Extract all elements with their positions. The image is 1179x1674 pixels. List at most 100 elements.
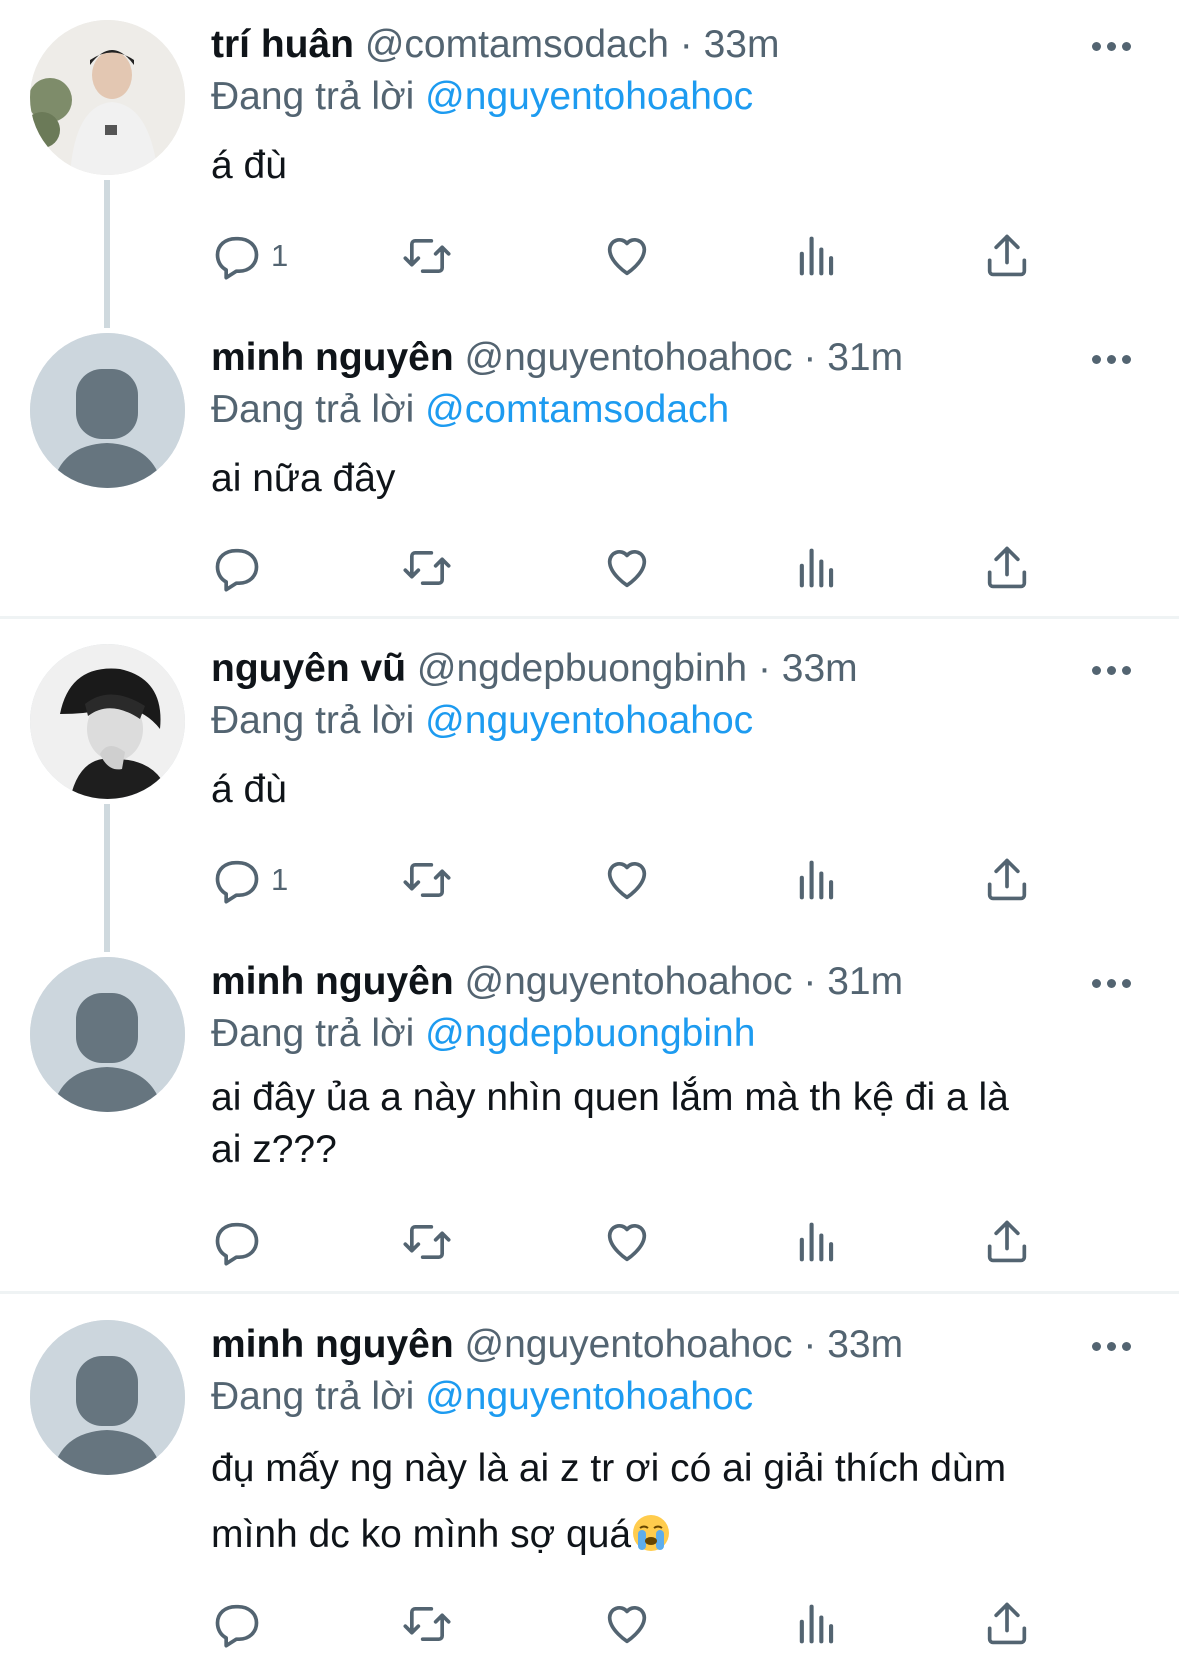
retweet-button[interactable] (401, 1212, 453, 1272)
separator-dot: · (757, 647, 782, 690)
replying-to: Đang trả lời @ngdepbuongbinh (211, 1009, 755, 1059)
tweet-text-line: đụ mấy ng này là ai z tr ơi có ai giải t… (211, 1447, 1007, 1490)
reply-prefix: Đang trả lời (211, 1375, 415, 1418)
avatar-tri-huan[interactable] (30, 20, 185, 175)
thread-separator (0, 1291, 1179, 1294)
display-name[interactable]: minh nguyên (211, 336, 454, 379)
separator-dot: · (803, 960, 828, 1003)
retweet-icon (403, 550, 451, 586)
reply-icon (215, 1604, 259, 1648)
tweet-text-line: ai z??? (211, 1128, 337, 1171)
views-button[interactable] (791, 1594, 843, 1654)
reply-count: 1 (271, 862, 289, 897)
display-name[interactable]: minh nguyên (211, 960, 454, 1003)
share-button[interactable] (981, 850, 1033, 910)
reply-icon (215, 236, 259, 280)
reply-mention[interactable]: @ngdepbuongbinh (425, 1012, 755, 1055)
views-button[interactable] (791, 538, 843, 598)
timestamp[interactable]: 33m (782, 647, 858, 690)
share-button[interactable] (981, 1212, 1033, 1272)
tweet-text: đụ mấy ng này là ai z tr ơi có ai giải t… (211, 1436, 1111, 1568)
reply-prefix: Đang trả lời (211, 1012, 415, 1055)
reply-button[interactable]: 1 (211, 850, 288, 910)
retweet-button[interactable] (401, 538, 453, 598)
retweet-icon (403, 238, 451, 274)
tweet-text: ai nữa đây (211, 457, 396, 500)
replying-to: Đang trả lời @comtamsodach (211, 385, 729, 435)
replying-to: Đang trả lời @nguyentohoahoc (211, 696, 753, 746)
retweet-icon (403, 1606, 451, 1642)
tweet-header: minh nguyên @nguyentohoahoc · 31m (211, 333, 903, 383)
share-icon (987, 858, 1027, 901)
views-icon (799, 1222, 834, 1262)
retweet-button[interactable] (401, 226, 453, 286)
like-button[interactable] (601, 226, 653, 286)
tweet-header: minh nguyên @nguyentohoahoc · 33m (211, 1320, 903, 1370)
heart-icon (607, 1224, 647, 1262)
timestamp[interactable]: 31m (827, 960, 903, 1003)
tweet-text: á đù (211, 144, 287, 187)
share-icon (987, 234, 1027, 277)
display-name[interactable]: minh nguyên (211, 1323, 454, 1366)
reply-button[interactable]: 1 (211, 226, 288, 286)
more-icon[interactable] (1092, 36, 1136, 56)
views-icon (799, 236, 834, 276)
reply-mention[interactable]: @nguyentohoahoc (425, 699, 753, 742)
display-name[interactable]: trí huân (211, 23, 354, 66)
replying-to: Đang trả lời @nguyentohoahoc (211, 1372, 753, 1422)
avatar-default[interactable] (30, 957, 185, 1112)
views-icon (799, 548, 834, 588)
handle[interactable]: @comtamsodach (365, 23, 669, 66)
share-icon (987, 1220, 1027, 1263)
reply-button[interactable] (211, 1594, 271, 1654)
more-icon[interactable] (1092, 660, 1136, 680)
more-icon[interactable] (1092, 973, 1136, 993)
avatar-default[interactable] (30, 1320, 185, 1475)
more-icon[interactable] (1092, 349, 1136, 369)
views-button[interactable] (791, 1212, 843, 1272)
like-button[interactable] (601, 850, 653, 910)
action-bar (211, 538, 1091, 598)
reply-mention[interactable]: @comtamsodach (425, 388, 729, 431)
avatar-default[interactable] (30, 333, 185, 488)
like-button[interactable] (601, 538, 653, 598)
retweet-button[interactable] (401, 1594, 453, 1654)
reply-mention[interactable]: @nguyentohoahoc (425, 1375, 753, 1418)
display-name[interactable]: nguyên vũ (211, 647, 406, 690)
reply-icon (215, 1222, 259, 1266)
handle[interactable]: @nguyentohoahoc (465, 960, 793, 1003)
share-button[interactable] (981, 538, 1033, 598)
thread-separator (0, 616, 1179, 619)
reply-prefix: Đang trả lời (211, 75, 415, 118)
thread-connector (104, 804, 110, 952)
reply-button[interactable] (211, 1212, 271, 1272)
views-button[interactable] (791, 226, 843, 286)
timestamp[interactable]: 33m (827, 1323, 903, 1366)
share-button[interactable] (981, 226, 1033, 286)
more-icon[interactable] (1092, 1336, 1136, 1356)
views-button[interactable] (791, 850, 843, 910)
heart-icon (607, 1606, 647, 1644)
thread-connector (104, 180, 110, 328)
like-button[interactable] (601, 1212, 653, 1272)
reply-button[interactable] (211, 538, 271, 598)
handle[interactable]: @ngdepbuongbinh (417, 647, 747, 690)
timestamp[interactable]: 33m (704, 23, 780, 66)
separator-dot: · (679, 23, 704, 66)
timestamp[interactable]: 31m (827, 336, 903, 379)
like-button[interactable] (601, 1594, 653, 1654)
handle[interactable]: @nguyentohoahoc (465, 1323, 793, 1366)
reply-prefix: Đang trả lời (211, 699, 415, 742)
avatar-nguyen-vu[interactable] (30, 644, 185, 799)
tweet-text-line: mình dc ko mình sợ quá (211, 1502, 1111, 1568)
action-bar (211, 1212, 1091, 1272)
handle[interactable]: @nguyentohoahoc (465, 336, 793, 379)
share-icon (987, 546, 1027, 589)
reply-count: 1 (271, 238, 289, 273)
share-button[interactable] (981, 1594, 1033, 1654)
retweet-button[interactable] (401, 850, 453, 910)
reply-icon (215, 860, 259, 904)
separator-dot: · (803, 1323, 828, 1366)
retweet-icon (403, 1224, 451, 1260)
reply-mention[interactable]: @nguyentohoahoc (425, 75, 753, 118)
